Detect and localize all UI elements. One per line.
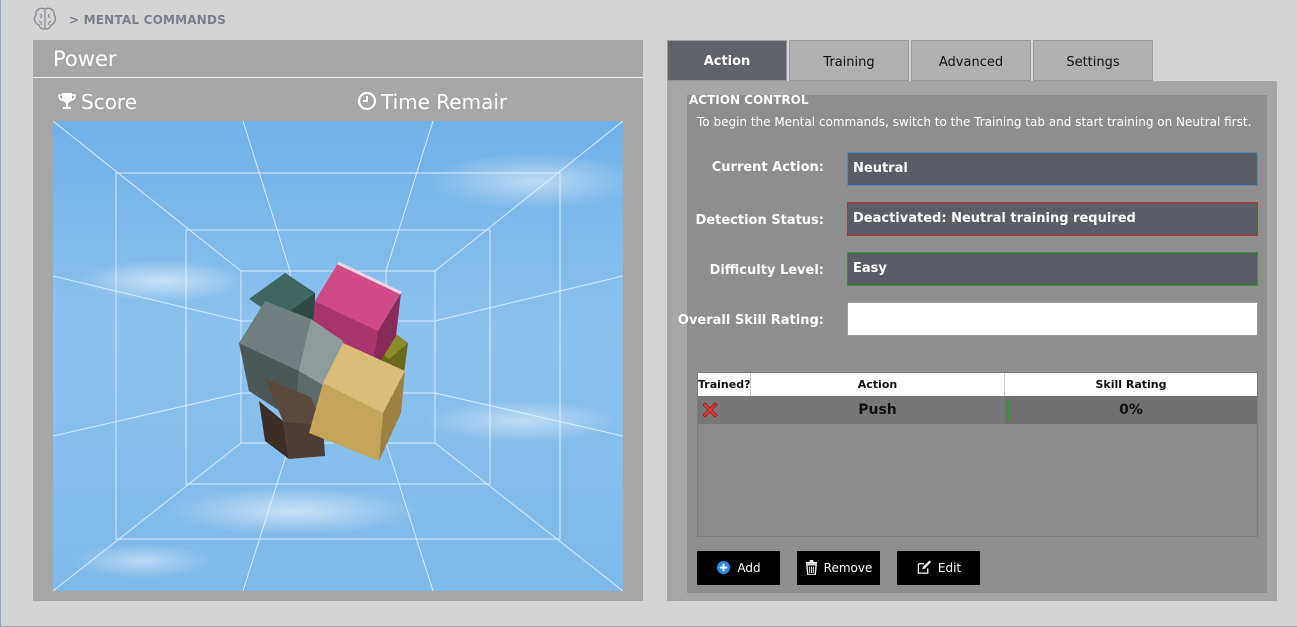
tab-training[interactable]: Training	[789, 40, 909, 81]
tab-settings[interactable]: Settings	[1033, 40, 1153, 81]
column-header-action[interactable]: Action	[751, 373, 1005, 396]
current-action-field: Neutral	[847, 152, 1258, 186]
current-action-label: Current Action:	[711, 160, 824, 175]
plus-circle-icon	[717, 560, 731, 575]
add-button[interactable]: Add	[697, 551, 780, 585]
edit-button[interactable]: Edit	[897, 551, 980, 585]
trophy-icon	[58, 93, 76, 109]
action-control-group: ACTION CONTROL To begin the Mental comma…	[678, 93, 1267, 593]
panel-title: Power	[53, 47, 117, 71]
remove-button-label: Remove	[823, 561, 873, 575]
column-header-skill-rating[interactable]: Skill Rating	[1005, 373, 1257, 396]
edit-button-label: Edit	[937, 561, 962, 575]
trash-icon	[805, 560, 817, 575]
time-label: Time Remaining	[381, 90, 507, 114]
edit-icon	[917, 560, 931, 574]
remove-button[interactable]: Remove	[797, 551, 880, 585]
red-x-icon	[702, 402, 718, 418]
add-button-label: Add	[737, 561, 761, 575]
section-title: ACTION CONTROL	[689, 93, 809, 107]
time-display: Time Remaining	[357, 90, 507, 114]
action-panel: ACTION CONTROL To begin the Mental comma…	[667, 81, 1277, 601]
score-label: Score	[81, 90, 137, 114]
overall-skill-label: Overall Skill Rating:	[677, 313, 824, 328]
tab-action[interactable]: Action	[667, 40, 787, 81]
row-skill-rating: 0%	[1005, 396, 1257, 424]
game-panel: Power Score Time Remaining	[33, 40, 643, 601]
overall-skill-field	[847, 302, 1258, 336]
brain-icon	[33, 7, 57, 30]
actions-table: Trained? Action Skill Rating Push 0%	[697, 372, 1258, 537]
tab-advanced[interactable]: Advanced	[911, 40, 1031, 81]
3d-cube-scene[interactable]	[53, 121, 623, 591]
detection-status-field: Deactivated: Neutral training required	[847, 202, 1258, 236]
difficulty-level-field[interactable]: Easy	[847, 252, 1258, 286]
column-header-trained[interactable]: Trained?	[698, 373, 751, 396]
row-action: Push	[858, 402, 897, 418]
title-divider	[33, 77, 643, 78]
cube-cluster	[239, 261, 408, 461]
score-display: Score	[57, 90, 137, 114]
detection-status-label: Detection Status:	[695, 213, 824, 228]
table-row[interactable]: Push 0%	[698, 396, 1257, 424]
table-header: Trained? Action Skill Rating	[698, 373, 1257, 396]
instructions-text: To begin the Mental commands, switch to …	[697, 115, 1252, 129]
difficulty-level-label: Difficulty Level:	[709, 263, 824, 278]
skill-progress-bar	[1007, 399, 1009, 421]
breadcrumb[interactable]: > MENTAL COMMANDS	[69, 13, 226, 27]
clock-icon	[357, 91, 377, 111]
